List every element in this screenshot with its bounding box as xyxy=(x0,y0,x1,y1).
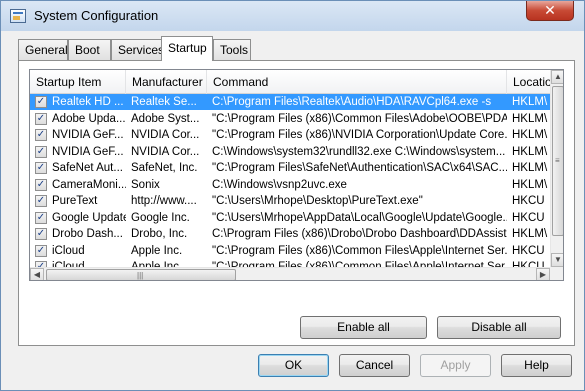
cell-command: C:\Windows\system32\rundll32.exe C:\Wind… xyxy=(212,145,506,158)
table-row[interactable]: ✓ Realtek HD ... Realtek Se... C:\Program F… xyxy=(30,94,550,111)
cell-location: HKLM\ xyxy=(512,96,548,108)
scroll-left-button[interactable]: ◀ xyxy=(30,268,44,280)
column-header-manufacturer[interactable]: Manufacturer xyxy=(126,70,207,94)
startup-item-checkbox[interactable]: ✓ xyxy=(35,112,47,125)
horizontal-scrollbar[interactable]: ◀ ||| ▶ xyxy=(30,267,550,280)
cell-command: C:\Windows\vsnp2uvc.exe xyxy=(212,178,347,191)
cell-location: HKLM\ xyxy=(512,112,548,125)
column-header-command[interactable]: Command xyxy=(207,70,507,94)
tab-startup[interactable]: Startup xyxy=(161,36,213,61)
cell-manufacturer: Google Inc. xyxy=(131,211,190,224)
cell-manufacturer: Apple Inc. xyxy=(131,244,183,257)
close-button[interactable]: ✕ xyxy=(526,1,574,21)
table-row[interactable]: ✓ Drobo Dash... Drobo, Inc. C:\Program File… xyxy=(30,226,550,243)
table-row[interactable]: ✓ NVIDIA GeF... NVIDIA Cor... C:\Windows\sy… xyxy=(30,144,550,161)
table-row[interactable]: ✓ Adobe Upda... Adobe Syst... "C:\Program F… xyxy=(30,111,550,128)
title-bar[interactable]: System Configuration ✕ xyxy=(1,1,584,31)
cell-item: Drobo Dash... xyxy=(52,228,123,240)
cell-manufacturer: Realtek Se... xyxy=(131,96,197,108)
startup-item-checkbox[interactable]: ✓ xyxy=(35,145,47,158)
cell-manufacturer: NVIDIA Cor... xyxy=(131,145,200,158)
disable-all-button[interactable]: Disable all xyxy=(437,316,561,339)
cell-command: C:\Program Files (x86)\Drobo\Drobo Dashb… xyxy=(212,228,507,240)
cell-location: HKCU xyxy=(512,261,545,267)
cell-location: HKCU xyxy=(512,211,545,224)
cell-command: C:\Program Files\Realtek\Audio\HDA\RAVCp… xyxy=(212,96,492,108)
column-header-location[interactable]: Location xyxy=(507,70,550,94)
cell-item: Realtek HD ... xyxy=(52,96,124,108)
cell-manufacturer: Drobo, Inc. xyxy=(131,228,188,240)
cell-manufacturer: Adobe Syst... xyxy=(131,112,200,125)
startup-item-checkbox[interactable]: ✓ xyxy=(35,195,47,207)
cell-manufacturer: http://www.... xyxy=(131,195,197,207)
enable-all-button[interactable]: Enable all xyxy=(300,316,427,339)
scrollbar-corner xyxy=(550,267,563,280)
tab-tools[interactable]: Tools xyxy=(213,39,251,60)
cell-location: HKLM\ xyxy=(512,162,548,174)
cell-item: NVIDIA GeF... xyxy=(52,145,124,158)
close-icon: ✕ xyxy=(544,2,556,18)
cell-location: HKLM\ xyxy=(512,129,548,141)
cell-manufacturer: SafeNet, Inc. xyxy=(131,162,198,174)
table-row[interactable]: ✓ CameraMoni... Sonix C:\Windows\vsnp2uvc.e… xyxy=(30,177,550,194)
cell-item: PureText xyxy=(52,195,98,207)
cell-location: HKLM\ xyxy=(512,178,548,191)
startup-rows: ✓ Realtek HD ... Realtek Se... C:\Program F… xyxy=(30,94,550,267)
cell-command: "C:\Program Files (x86)\NVIDIA Corporati… xyxy=(212,129,507,141)
help-button[interactable]: Help xyxy=(501,354,572,377)
window-title: System Configuration xyxy=(34,8,159,23)
startup-item-checkbox[interactable]: ✓ xyxy=(35,228,47,240)
table-row[interactable]: ✓ SafeNet Aut... SafeNet, Inc. "C:\Program … xyxy=(30,160,550,177)
startup-item-checkbox[interactable]: ✓ xyxy=(35,96,47,108)
cell-location: HKCU xyxy=(512,195,545,207)
cell-item: SafeNet Aut... xyxy=(52,162,123,174)
cell-manufacturer: Sonix xyxy=(131,178,160,191)
cell-location: HKCU xyxy=(512,244,545,257)
vertical-scrollbar[interactable]: ▲ ≡ ▼ xyxy=(550,70,563,267)
cell-item: Google Update xyxy=(52,211,126,224)
startup-item-checkbox[interactable]: ✓ xyxy=(35,244,47,257)
cell-item: iCloud xyxy=(52,261,85,267)
table-row[interactable]: ✓ iCloud Apple Inc. "C:\Program Files (x86)… xyxy=(30,243,550,260)
scroll-right-button[interactable]: ▶ xyxy=(536,268,550,280)
table-row[interactable]: ✓ iCloud Apple Inc. "C:\Program Files (x86)… xyxy=(30,259,550,267)
cell-item: NVIDIA GeF... xyxy=(52,129,124,141)
horizontal-scroll-thumb[interactable]: ||| xyxy=(46,269,236,280)
cell-command: "C:\Program Files (x86)\Common Files\Ado… xyxy=(212,112,507,125)
cell-command: "C:\Program Files (x86)\Common Files\App… xyxy=(212,261,507,267)
system-configuration-window: System Configuration ✕ General Boot Serv… xyxy=(0,0,585,391)
scroll-up-button[interactable]: ▲ xyxy=(551,70,563,84)
cell-command: "C:\Users\Mrhope\AppData\Local\Google\Up… xyxy=(212,211,507,224)
cell-item: Adobe Upda... xyxy=(52,112,126,125)
column-header-startup-item[interactable]: Startup Item xyxy=(30,70,126,94)
table-row[interactable]: ✓ NVIDIA GeF... NVIDIA Cor... "C:\Program F… xyxy=(30,127,550,144)
tab-general[interactable]: General xyxy=(18,39,68,60)
ok-button[interactable]: OK xyxy=(258,354,329,377)
tab-services[interactable]: Services xyxy=(111,39,164,60)
msconfig-icon xyxy=(10,9,26,23)
startup-item-checkbox[interactable]: ✓ xyxy=(35,162,47,174)
cell-location: HKLM\ xyxy=(512,145,548,158)
cancel-button[interactable]: Cancel xyxy=(339,354,410,377)
cell-command: "C:\Program Files (x86)\Common Files\App… xyxy=(212,244,507,257)
cell-manufacturer: Apple Inc. xyxy=(131,261,183,267)
apply-button[interactable]: Apply xyxy=(420,354,491,377)
cell-location: HKLM\ xyxy=(512,228,548,240)
startup-tab-panel: Startup Item Manufacturer Command Locati… xyxy=(18,60,575,346)
cell-manufacturer: NVIDIA Cor... xyxy=(131,129,200,141)
cell-item: iCloud xyxy=(52,244,85,257)
startup-item-checkbox[interactable]: ✓ xyxy=(35,129,47,141)
column-header-row: Startup Item Manufacturer Command Locati… xyxy=(30,70,550,94)
startup-item-checkbox[interactable]: ✓ xyxy=(35,178,47,191)
table-row[interactable]: ✓ Google Update Google Inc. "C:\Users\Mrhop… xyxy=(30,210,550,227)
cell-command: "C:\Users\Mrhope\Desktop\PureText.exe" xyxy=(212,195,423,207)
startup-items-list[interactable]: Startup Item Manufacturer Command Locati… xyxy=(29,69,564,281)
tab-boot[interactable]: Boot xyxy=(68,39,111,60)
cell-command: "C:\Program Files\SafeNet\Authentication… xyxy=(212,162,507,174)
table-row[interactable]: ✓ PureText http://www.... "C:\Users\Mrhope\… xyxy=(30,193,550,210)
scroll-down-button[interactable]: ▼ xyxy=(551,253,563,267)
startup-item-checkbox[interactable]: ✓ xyxy=(35,211,47,224)
cell-item: CameraMoni... xyxy=(52,178,126,191)
vertical-scroll-thumb[interactable]: ≡ xyxy=(552,86,563,236)
